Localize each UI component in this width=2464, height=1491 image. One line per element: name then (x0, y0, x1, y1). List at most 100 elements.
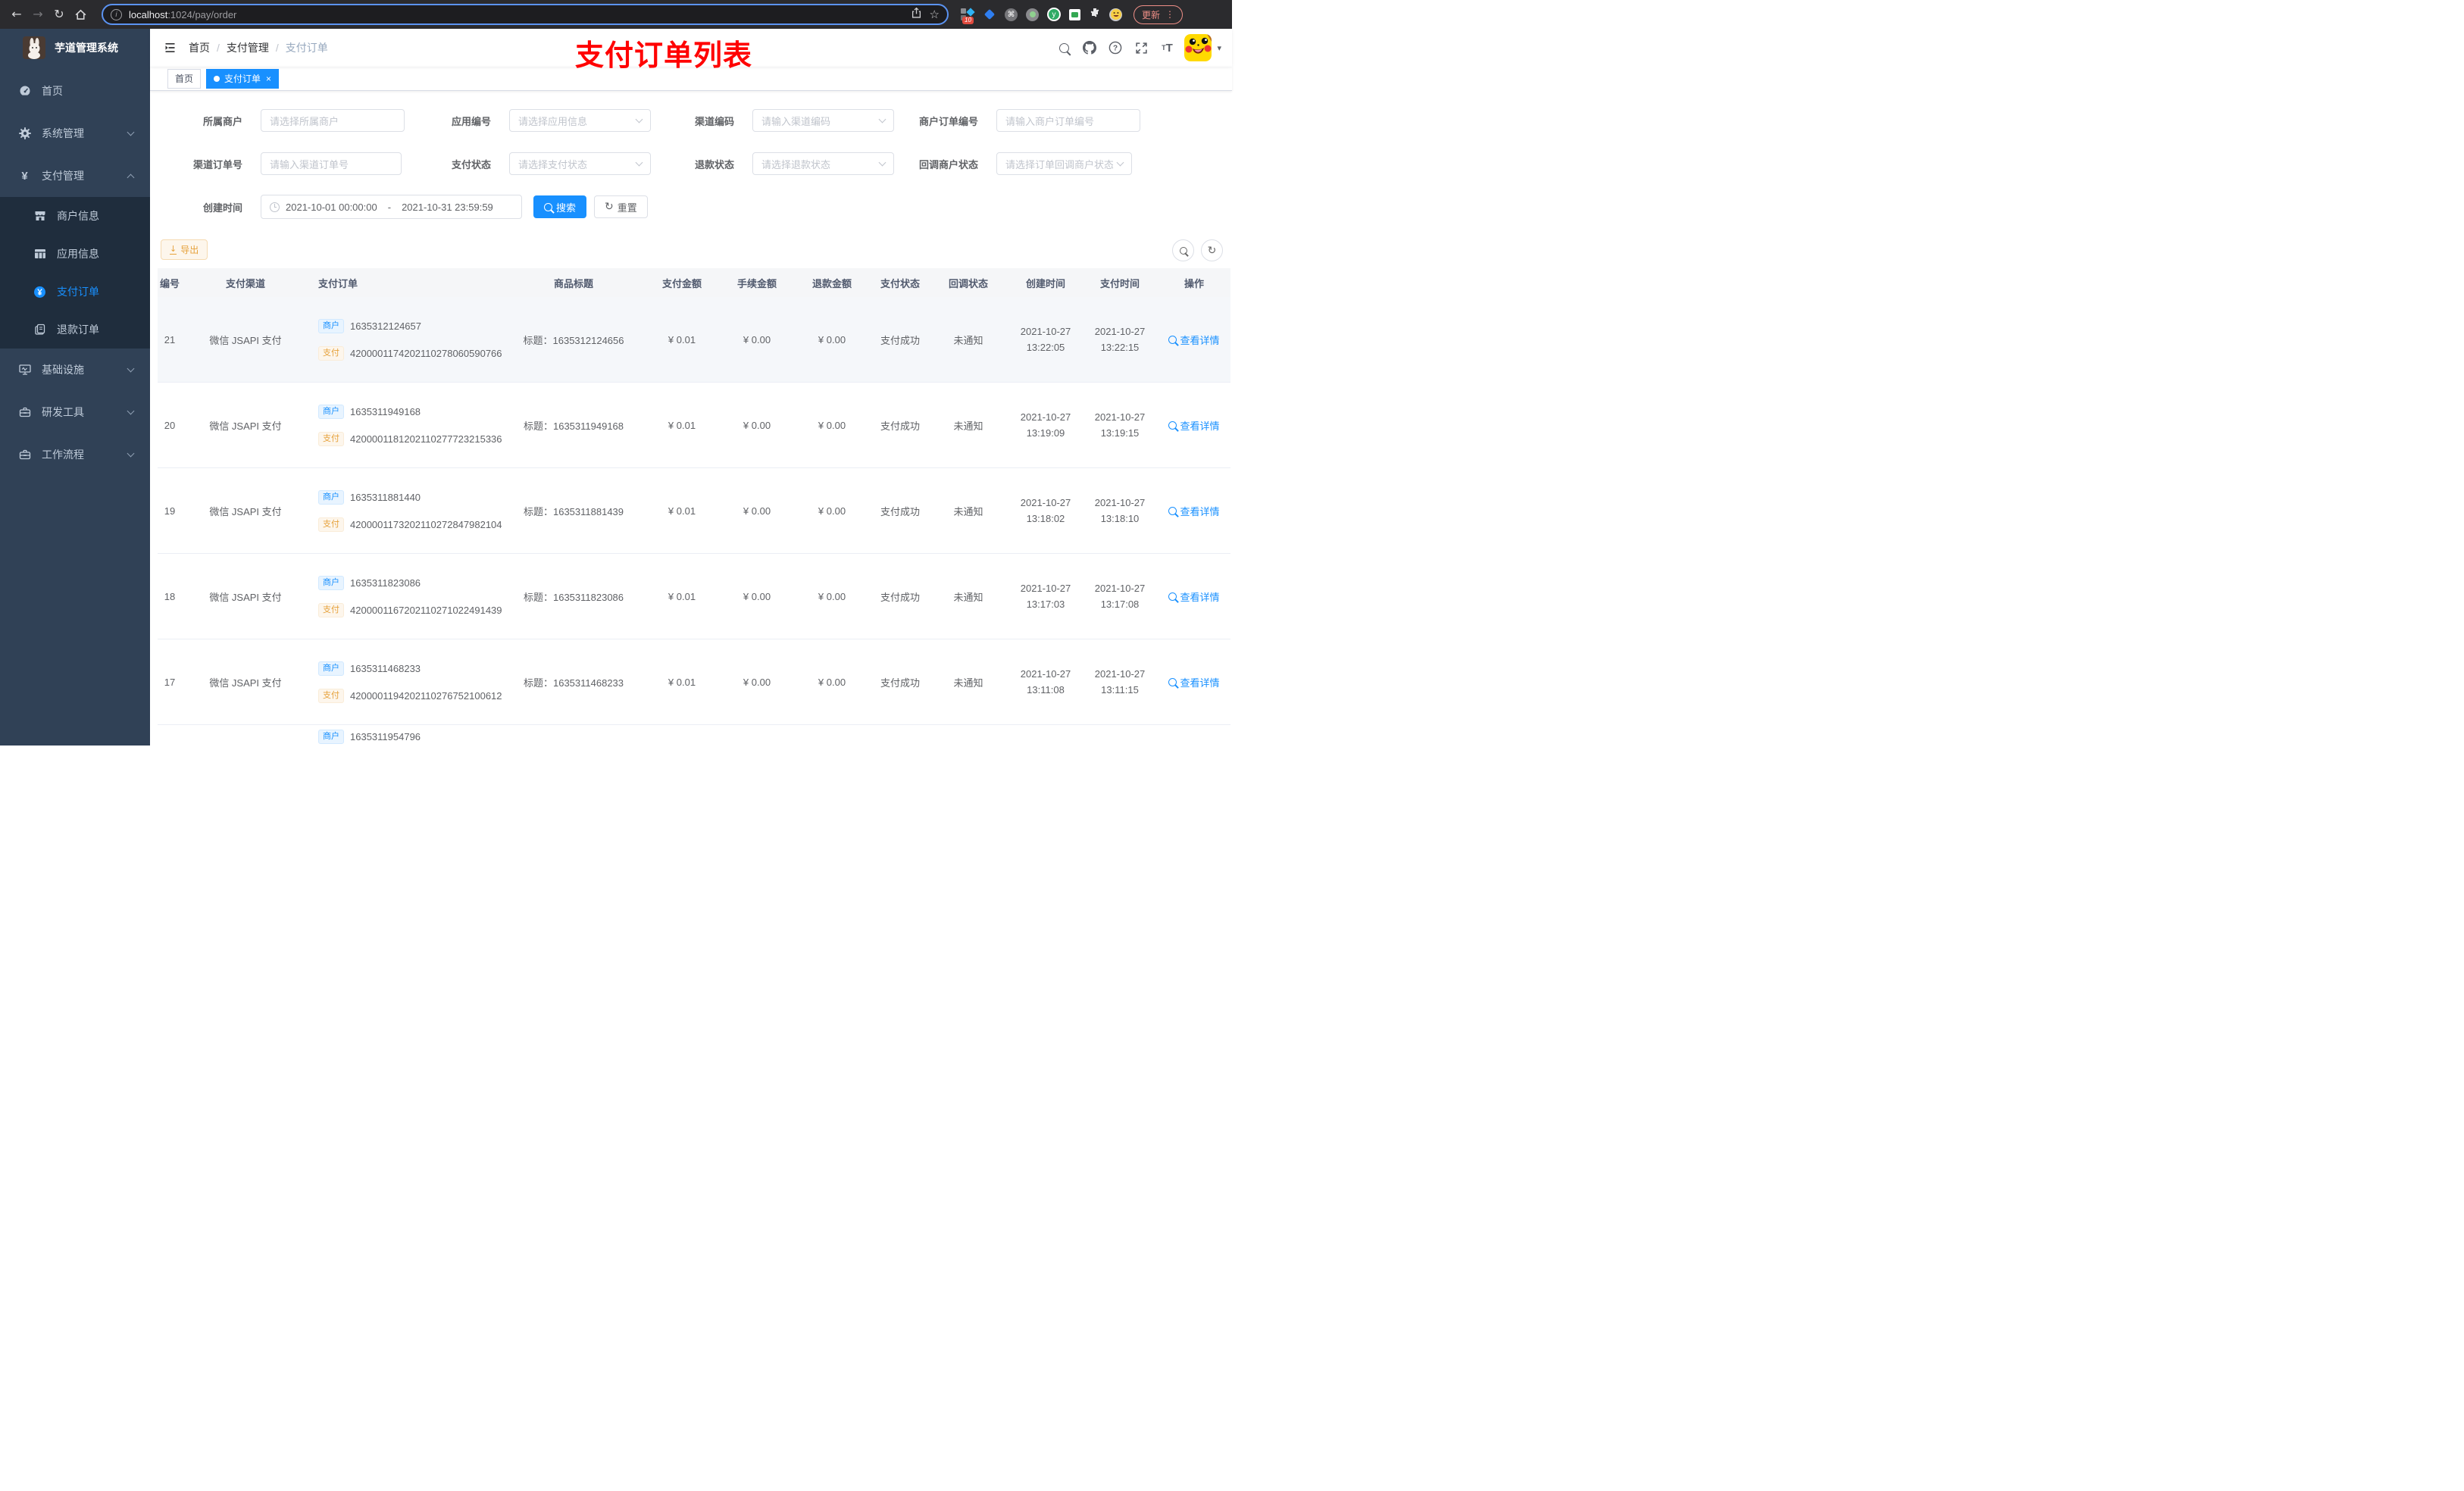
tags-view-bar: 首页 支付订单 × (150, 67, 1232, 91)
cell-actions: 查看详情 (1158, 418, 1230, 433)
browser-home-icon[interactable] (70, 0, 91, 29)
cell-channel: 微信 JSAPI 支付 (209, 677, 282, 689)
cell-channel: 微信 JSAPI 支付 (209, 420, 282, 432)
cell-status: 支付成功 (880, 505, 920, 517)
filter-pay-status: 支付状态 请选择支付状态 (400, 152, 651, 175)
documents-icon (33, 324, 46, 336)
share-icon[interactable] (911, 7, 922, 23)
sidebar-item-label: 首页 (42, 85, 63, 97)
filter-merchant-order-no: 商户订单编号 请输入商户订单编号 (870, 109, 1140, 132)
extension-command-icon[interactable]: ⌘ (1005, 8, 1018, 21)
view-detail-link[interactable]: 查看详情 (1168, 589, 1220, 604)
sidebar-item-label: 商户信息 (57, 210, 99, 222)
merchant-tag: 商户 (318, 404, 344, 419)
breadcrumb: 首页 / 支付管理 / 支付订单 (189, 40, 328, 55)
view-detail-link[interactable]: 查看详情 (1168, 418, 1220, 433)
merchant-input[interactable]: 请选择所属商户 (261, 109, 405, 132)
notify-status-select[interactable]: 请选择订单回调商户状态 (996, 152, 1132, 175)
table-row: 17 微信 JSAPI 支付 商户 1635311468233 支付 4200001… (158, 639, 1230, 725)
extension-chat-icon[interactable] (1069, 8, 1080, 20)
breadcrumb-pay-manage[interactable]: 支付管理 (227, 40, 269, 55)
pay-status-select[interactable]: 请选择支付状态 (509, 152, 651, 175)
tag-home[interactable]: 首页 (167, 68, 202, 89)
export-button[interactable]: ↓ 导出 (161, 239, 208, 260)
extension-badge: 10 (962, 17, 974, 24)
cell-title: 标题：1635311823086 (523, 591, 624, 603)
sidebar-item-workflow[interactable]: 工作流程 (0, 433, 150, 476)
sidebar-item-merchant-info[interactable]: 商户信息 (0, 197, 150, 235)
search-icon (1168, 506, 1177, 515)
fullscreen-icon[interactable] (1128, 29, 1154, 67)
col-actions: 操作 (1184, 277, 1204, 289)
sidebar-item-label: 系统管理 (42, 127, 84, 139)
sidebar-item-dev-tools[interactable]: 研发工具 (0, 391, 150, 433)
avatar-caret-icon[interactable]: ▾ (1217, 43, 1221, 53)
chrome-update-button[interactable]: 更新 ⋮ (1134, 5, 1184, 24)
bookmark-star-icon[interactable]: ☆ (930, 8, 940, 21)
app-logo[interactable]: 芋道管理系统 (0, 29, 150, 67)
extension-gem-icon[interactable] (983, 8, 996, 21)
toggle-search-button[interactable] (1172, 239, 1194, 261)
reset-button[interactable]: ↻ 重置 (594, 195, 648, 218)
extension-y-icon[interactable]: y (1047, 8, 1061, 21)
channel-order-no-input[interactable]: 请输入渠道订单号 (261, 152, 402, 175)
sidebar-menu: 首页 系统管理 ¥ 支付管理 商户信息 应用信息 支付订单 退款订单 基础设施 … (0, 70, 150, 476)
merchant-tag: 商户 (318, 575, 344, 590)
sidebar-item-payment[interactable]: ¥ 支付管理 (0, 155, 150, 197)
browser-forward-icon[interactable]: → (27, 0, 48, 29)
table-row: 21 微信 JSAPI 支付 商户 1635312124657 支付 4200001… (158, 297, 1230, 383)
font-size-icon[interactable]: TT (1154, 29, 1180, 67)
sidebar-toggle-icon[interactable] (164, 42, 177, 54)
table-header-row: 编号 支付渠道 支付订单 商品标题 支付金额 手续金额 退款金额 支付状态 回调… (158, 268, 1230, 297)
sidebar-item-home[interactable]: 首页 (0, 70, 150, 112)
breadcrumb-current: 支付订单 (285, 42, 328, 54)
search-icon (1168, 335, 1177, 344)
view-detail-link[interactable]: 查看详情 (1168, 333, 1220, 347)
cell-actions: 查看详情 (1158, 589, 1230, 604)
cell-create-time: 2021-10-27 13:17:03 (1020, 583, 1071, 610)
help-icon[interactable]: ? (1102, 29, 1128, 67)
url-bar[interactable]: i localhost:1024/pay/order ☆ (102, 4, 949, 25)
site-info-icon[interactable]: i (111, 8, 122, 20)
table-row: 19 微信 JSAPI 支付 商户 1635311881440 支付 4200001… (158, 468, 1230, 554)
header-search-icon[interactable] (1051, 29, 1077, 67)
sidebar-item-label: 研发工具 (42, 406, 84, 418)
profile-emoji-icon[interactable] (1109, 8, 1122, 21)
cell-refund: ¥ 0.00 (818, 676, 846, 688)
avatar[interactable] (1184, 34, 1212, 61)
cell-notify: 未通知 (953, 420, 983, 432)
cell-channel: 微信 JSAPI 支付 (209, 334, 282, 346)
sidebar-item-app-info[interactable]: 应用信息 (0, 235, 150, 273)
filter-create-time: 创建时间 2021-10-01 00:00:00 - 2021-10-31 23… (150, 195, 648, 219)
sidebar-item-label: 基础设施 (42, 364, 84, 376)
search-icon (1168, 592, 1177, 601)
sidebar-item-refund-order[interactable]: 退款订单 (0, 311, 150, 349)
sidebar-item-system[interactable]: 系统管理 (0, 112, 150, 155)
browser-menu-icon[interactable]: ⋮ (1165, 9, 1174, 20)
date-range-input[interactable]: 2021-10-01 00:00:00 - 2021-10-31 23:59:5… (261, 195, 522, 219)
cell-amount: ¥ 0.01 (668, 333, 696, 345)
extensions-puzzle-icon[interactable] (1089, 7, 1101, 23)
view-detail-link[interactable]: 查看详情 (1168, 504, 1220, 518)
sidebar-item-infrastructure[interactable]: 基础设施 (0, 349, 150, 391)
cell-fee: ¥ 0.00 (743, 505, 771, 517)
sidebar-item-pay-order[interactable]: 支付订单 (0, 273, 150, 311)
extension-tag-manager-icon[interactable]: 10 (961, 8, 975, 24)
browser-back-icon[interactable]: ← (6, 0, 27, 29)
refresh-table-button[interactable]: ↻ (1201, 239, 1223, 261)
chevron-down-icon (635, 115, 643, 123)
app-select[interactable]: 请选择应用信息 (509, 109, 651, 132)
pay-tag: 支付 (318, 517, 344, 532)
breadcrumb-home[interactable]: 首页 (189, 40, 210, 55)
extension-dot-icon[interactable] (1026, 8, 1039, 21)
orders-table: 编号 支付渠道 支付订单 商品标题 支付金额 手续金额 退款金额 支付状态 回调… (158, 268, 1230, 746)
view-detail-link[interactable]: 查看详情 (1168, 675, 1220, 689)
tag-pay-order[interactable]: 支付订单 × (206, 68, 280, 89)
browser-reload-icon[interactable]: ↻ (48, 0, 70, 29)
chrome-update-label: 更新 (1142, 9, 1161, 20)
search-button[interactable]: 搜索 (533, 195, 587, 218)
merchant-order-no-input[interactable]: 请输入商户订单编号 (996, 109, 1140, 132)
chevron-down-icon (127, 128, 135, 136)
github-icon[interactable] (1077, 29, 1102, 67)
tag-close-icon[interactable]: × (266, 73, 271, 84)
